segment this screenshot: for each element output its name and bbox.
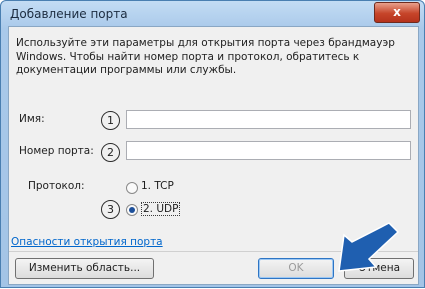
add-port-dialog: Добавление порта x Используйте эти парам…: [0, 0, 425, 288]
annotation-arrow-icon: [338, 222, 400, 272]
